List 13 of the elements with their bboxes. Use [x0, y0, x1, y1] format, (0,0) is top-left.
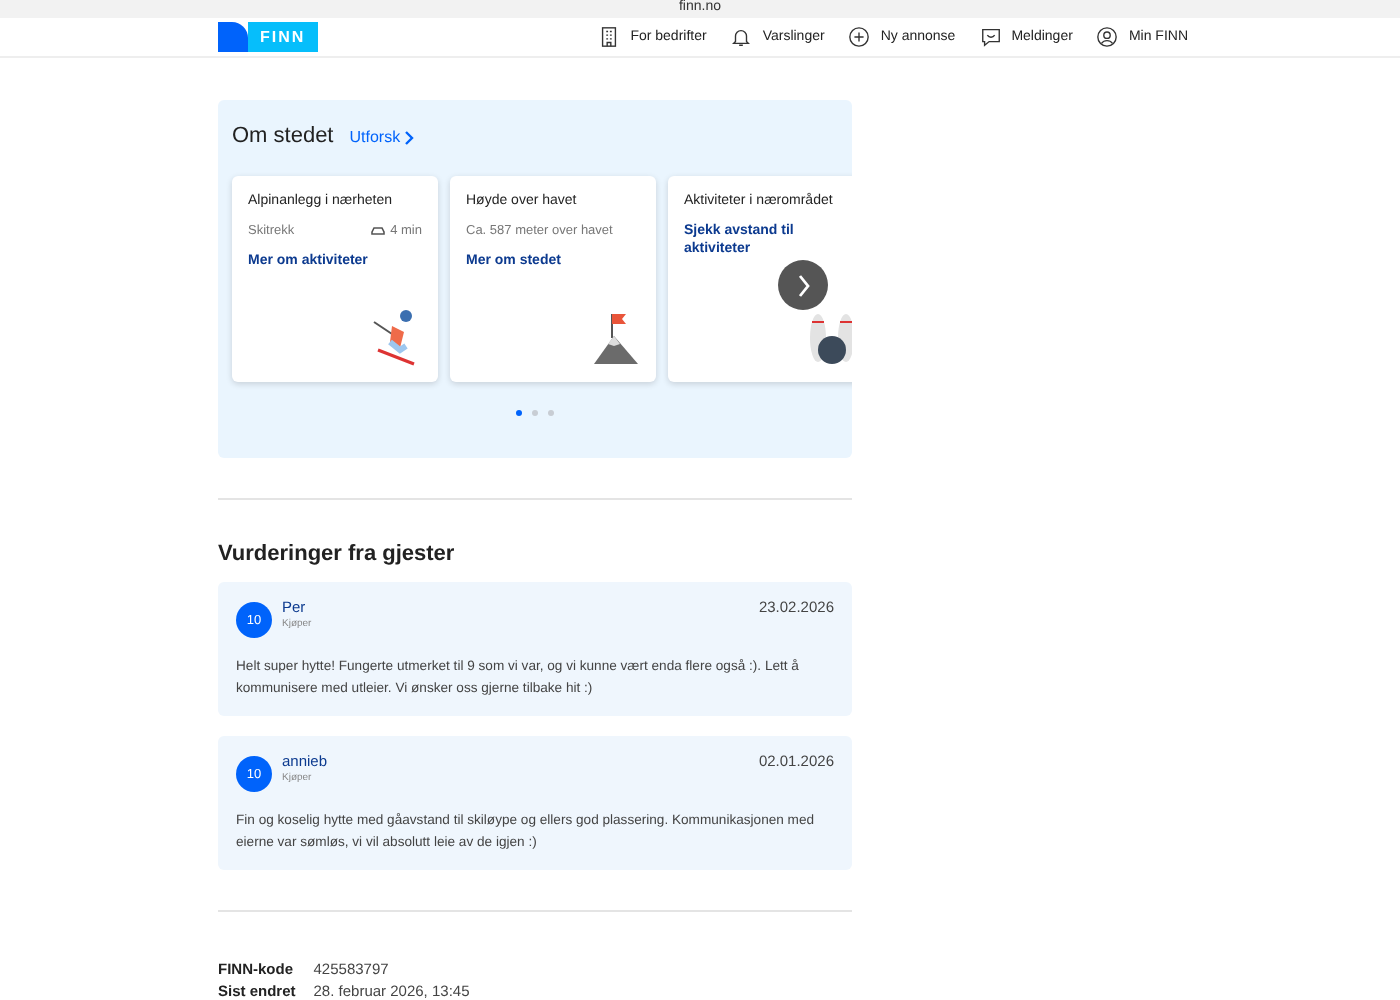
explore-link[interactable]: Utforsk: [349, 128, 417, 146]
bell-icon: [730, 25, 753, 48]
carousel-dot[interactable]: [548, 410, 554, 416]
section-title: Om stedet: [232, 124, 334, 148]
chevron-right-icon: [404, 129, 417, 145]
building-icon: [598, 25, 621, 48]
user-icon: [1096, 25, 1119, 48]
carousel-dot[interactable]: [532, 410, 538, 416]
reviews-heading: Vurderinger fra gjester: [218, 542, 457, 566]
chevron-right-icon: [795, 273, 811, 297]
plus-icon: [848, 25, 871, 48]
carousel-dot[interactable]: [516, 410, 522, 416]
chat-icon: [979, 25, 1002, 48]
